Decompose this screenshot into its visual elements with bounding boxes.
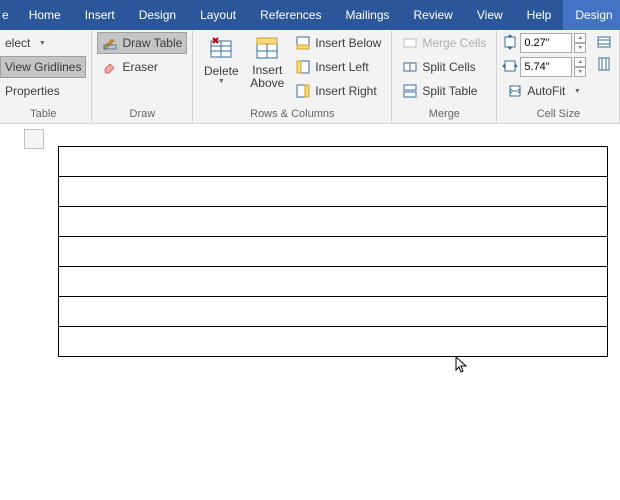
- tab-review[interactable]: Review: [402, 0, 465, 30]
- row-height-input[interactable]: 0.27": [520, 33, 572, 53]
- group-rows-columns: Delete ▼ Insert Above: [193, 30, 392, 123]
- insert-above-button[interactable]: Insert Above: [244, 32, 290, 92]
- tab-selector[interactable]: [24, 129, 44, 149]
- autofit-button[interactable]: AutoFit ▼: [502, 80, 590, 102]
- split-cells-icon: [402, 59, 418, 75]
- draw-table-button[interactable]: Draw Table: [97, 32, 187, 54]
- tab-design[interactable]: Design: [127, 0, 188, 30]
- document-area[interactable]: [0, 124, 620, 500]
- chevron-down-icon[interactable]: ▼: [574, 67, 586, 77]
- properties-button[interactable]: Properties: [0, 80, 86, 102]
- column-width-spinner[interactable]: ▲ ▼: [574, 57, 586, 77]
- tab-mailings[interactable]: Mailings: [333, 0, 401, 30]
- chevron-up-icon[interactable]: ▲: [574, 57, 586, 67]
- ribbon-content: elect ▼ View Gridlines Properties Table: [0, 30, 620, 124]
- page[interactable]: [48, 124, 614, 500]
- merge-cells-icon: [402, 35, 418, 51]
- table-row[interactable]: [59, 237, 608, 267]
- table-row[interactable]: [59, 267, 608, 297]
- merge-cells-label: Merge Cells: [422, 36, 486, 50]
- split-table-button[interactable]: Split Table: [397, 80, 491, 102]
- group-table: elect ▼ View Gridlines Properties Table: [0, 30, 92, 123]
- merge-cells-button[interactable]: Merge Cells: [397, 32, 491, 54]
- table-row[interactable]: [59, 327, 608, 357]
- insert-below-label: Insert Below: [315, 36, 381, 50]
- row-height-spinner[interactable]: ▲ ▼: [574, 33, 586, 53]
- group-cell-size-label: Cell Size: [502, 106, 614, 123]
- select-label: elect: [5, 36, 30, 50]
- insert-left-icon: [295, 59, 311, 75]
- tab-insert[interactable]: Insert: [73, 0, 127, 30]
- tab-references[interactable]: References: [248, 0, 333, 30]
- split-cells-button[interactable]: Split Cells: [397, 56, 491, 78]
- chevron-down-icon: ▼: [218, 78, 225, 85]
- chevron-up-icon[interactable]: ▲: [574, 33, 586, 43]
- column-width-icon: [502, 58, 518, 77]
- group-cell-size: 0.27" ▲ ▼ 5.74" ▲ ▼: [497, 30, 620, 123]
- distribute-columns-icon: [596, 56, 612, 72]
- chevron-down-icon[interactable]: ▼: [574, 43, 586, 53]
- tab-table-design[interactable]: Design: [563, 0, 620, 30]
- autofit-label: AutoFit: [527, 84, 565, 98]
- tab-layout[interactable]: Layout: [188, 0, 248, 30]
- ribbon-tabs: e Home Insert Design Layout References M…: [0, 0, 620, 30]
- tab-file-partial[interactable]: e: [0, 0, 17, 30]
- delete-table-icon: [207, 34, 235, 62]
- eraser-label: Eraser: [122, 60, 157, 74]
- table-row[interactable]: [59, 147, 608, 177]
- chevron-down-icon: ▼: [569, 83, 585, 99]
- column-width-input[interactable]: 5.74": [520, 57, 572, 77]
- eraser-button[interactable]: Eraser: [97, 56, 187, 78]
- group-rows-columns-label: Rows & Columns: [198, 106, 386, 123]
- select-button[interactable]: elect ▼: [0, 32, 86, 54]
- view-gridlines-button[interactable]: View Gridlines: [0, 56, 86, 78]
- chevron-down-icon: ▼: [34, 35, 50, 51]
- split-table-label: Split Table: [422, 84, 477, 98]
- insert-left-label: Insert Left: [315, 60, 368, 74]
- eraser-icon: [102, 59, 118, 75]
- group-merge-label: Merge: [397, 106, 491, 123]
- draw-table-label: Draw Table: [122, 36, 182, 50]
- table-row[interactable]: [59, 177, 608, 207]
- group-draw-label: Draw: [97, 106, 187, 123]
- group-draw: Draw Table Eraser Draw: [92, 30, 193, 123]
- view-gridlines-label: View Gridlines: [5, 60, 81, 74]
- group-merge: Merge Cells Split Cells Split Table Merg…: [392, 30, 497, 123]
- delete-button[interactable]: Delete ▼: [198, 32, 244, 87]
- table-row[interactable]: [59, 297, 608, 327]
- table-row[interactable]: [59, 207, 608, 237]
- tab-view[interactable]: View: [465, 0, 515, 30]
- insert-below-icon: [295, 35, 311, 51]
- insert-above-icon: [253, 34, 281, 62]
- split-cells-label: Split Cells: [422, 60, 475, 74]
- document-table[interactable]: [58, 146, 608, 357]
- split-table-icon: [402, 83, 418, 99]
- insert-right-button[interactable]: Insert Right: [290, 80, 386, 102]
- group-table-label: Table: [0, 106, 86, 123]
- insert-left-button[interactable]: Insert Left: [290, 56, 386, 78]
- distribute-rows-icon: [596, 34, 612, 50]
- distribute-columns-button[interactable]: [594, 54, 614, 74]
- insert-right-icon: [295, 83, 311, 99]
- tab-help[interactable]: Help: [515, 0, 564, 30]
- autofit-icon: [507, 83, 523, 99]
- row-height-icon: [502, 34, 518, 53]
- pencil-icon: [102, 35, 118, 51]
- insert-right-label: Insert Right: [315, 84, 376, 98]
- insert-above-label: Insert Above: [250, 64, 284, 90]
- distribute-rows-button[interactable]: [594, 32, 614, 52]
- tab-home[interactable]: Home: [17, 0, 73, 30]
- insert-below-button[interactable]: Insert Below: [290, 32, 386, 54]
- properties-label: Properties: [5, 84, 60, 98]
- delete-label: Delete: [204, 64, 239, 78]
